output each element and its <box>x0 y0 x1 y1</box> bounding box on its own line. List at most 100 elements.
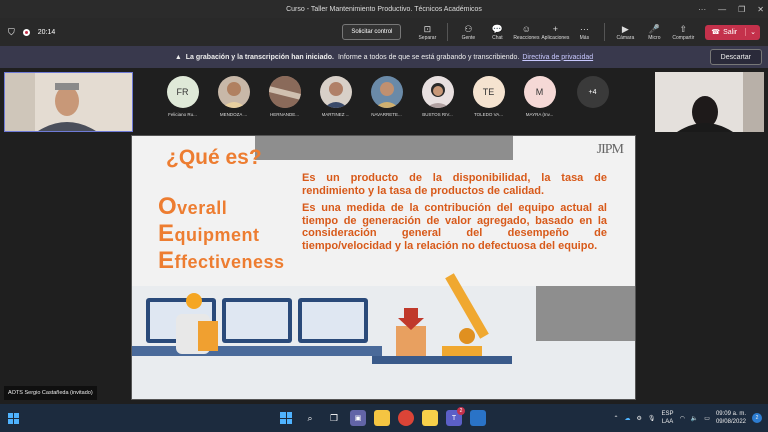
outlook-icon[interactable] <box>470 410 486 426</box>
participant[interactable]: MARTINEZ ... <box>313 76 358 126</box>
slide-definition-text: Es un producto de la disponibilidad, la … <box>302 172 607 257</box>
avatar: TE <box>472 76 505 108</box>
participant[interactable]: NAVARRETE... <box>364 76 409 126</box>
task-view-icon[interactable]: ❐ <box>326 410 342 426</box>
participant[interactable]: M MAYRA (Inv... <box>517 76 562 126</box>
system-tray: ⌃ ☁ ⚙ 🎙 ESP LAA ◠ 🔈 ▭ 09:09 a. m. 09/08/20… <box>614 404 762 432</box>
chat-icon: 💬 <box>491 23 503 34</box>
share-icon: ⇧ <box>679 23 688 34</box>
clock[interactable]: 09:09 a. m. 09/08/2022 <box>716 410 746 426</box>
teams-badge: 2 <box>457 407 465 415</box>
participant-name: TOLEDO VA... <box>473 112 504 117</box>
windows-taskbar: ⌕ ❐ ▣ T2 ⌃ ☁ ⚙ 🎙 ESP LAA ◠ 🔈 ▭ 09:09 a. m… <box>0 404 768 432</box>
notification-badge[interactable]: 2 <box>752 413 762 423</box>
video-overlay-right <box>536 286 635 341</box>
phone-icon: ☎ <box>711 29 721 36</box>
settings-icon[interactable]: ⚙ <box>637 415 642 422</box>
banner-bold-text: La grabación y la transcripción han inic… <box>185 53 334 61</box>
participant[interactable]: TE TOLEDO VA... <box>466 76 511 126</box>
banner-text: Informe a todos de que se está grabando … <box>337 53 520 61</box>
avatar <box>421 76 454 108</box>
reactions-button[interactable]: ☺ Reacciones <box>513 19 539 45</box>
teams-icon[interactable]: T2 <box>446 407 465 426</box>
more-participants-count: +4 <box>576 76 609 108</box>
avatar: M <box>523 76 556 108</box>
widgets-icon[interactable] <box>8 413 19 424</box>
mic-button[interactable]: 🎤 Micro <box>641 19 667 45</box>
more-button[interactable]: ··· Más <box>571 19 597 45</box>
people-icon: ⚇ <box>464 23 473 34</box>
recording-banner: ▲ La grabación y la transcripción han in… <box>0 46 768 68</box>
jipm-logo: JIPM <box>596 142 624 157</box>
more-participants[interactable]: +4 <box>568 76 613 126</box>
leave-button[interactable]: ☎ Salir ⌄ <box>705 24 760 40</box>
participant[interactable]: MENDOZA ... <box>211 76 256 126</box>
more-options-icon[interactable]: ··· <box>698 5 706 14</box>
chevron-up-icon[interactable]: ⌃ <box>614 415 619 422</box>
dismiss-button[interactable]: Descartar <box>709 49 762 65</box>
participant-name: MENDOZA ... <box>219 112 248 117</box>
search-icon[interactable]: ⌕ <box>302 410 318 426</box>
slide-title: ¿Qué es? <box>166 146 262 169</box>
toolbar-left: ⛉ 20:14 <box>8 18 55 46</box>
volume-icon[interactable]: 🔈 <box>691 415 698 422</box>
minimize-button[interactable]: — <box>718 5 726 14</box>
toolbar-divider <box>604 23 606 41</box>
close-button[interactable]: ✕ <box>757 5 764 14</box>
participant-roster: FR Feliciano Ru... MENDOZA ... HERNANDE..… <box>160 76 620 126</box>
popout-button[interactable]: ⊡ Separar <box>414 19 440 45</box>
mic-muted-icon[interactable]: 🎙 <box>648 415 656 422</box>
definition-paragraph-2: Es una medida de la contribución del equ… <box>302 202 607 252</box>
window-title: Curso - Taller Mantenimiento Productivo.… <box>286 5 482 13</box>
chrome-icon[interactable] <box>398 410 414 426</box>
participant[interactable]: HERNANDE... <box>262 76 307 126</box>
presenter-video[interactable] <box>4 72 133 132</box>
avatar <box>217 76 250 108</box>
participant-name: NAVARRETE... <box>371 112 402 117</box>
toolbar-right: Solicitar control ⊡ Separar ⚇ Gente 💬 Chat … <box>342 18 760 46</box>
participant[interactable]: FR Feliciano Ru... <box>160 76 205 126</box>
participant-name: MAYRA (Inv... <box>525 112 554 117</box>
presenter-avatar-image <box>5 73 132 131</box>
share-button[interactable]: ⇧ Compartir <box>670 19 696 45</box>
restore-button[interactable]: ❐ <box>738 5 745 14</box>
participant-name: MARTINEZ ... <box>321 112 350 117</box>
chevron-down-icon[interactable]: ⌄ <box>745 28 760 36</box>
participant-video-image <box>655 72 764 132</box>
apps-button[interactable]: + Aplicaciones <box>541 19 569 45</box>
taskbar-apps: ⌕ ❐ ▣ T2 <box>278 404 486 432</box>
avatar: FR <box>166 76 199 108</box>
chat-button[interactable]: 💬 Chat <box>484 19 510 45</box>
file-explorer-icon[interactable] <box>374 410 390 426</box>
oee-acronym: Overall Equipment Effectiveness <box>158 193 285 274</box>
meeting-toolbar: ⛉ 20:14 Solicitar control ⊡ Separar ⚇ Gent… <box>0 18 768 46</box>
battery-icon[interactable]: ▭ <box>704 415 710 422</box>
participant-name: HERNANDE... <box>269 112 299 117</box>
meeting-timer: 20:14 <box>37 28 56 36</box>
popout-icon: ⊡ <box>423 23 432 34</box>
definition-paragraph-1: Es un producto de la disponibilidad, la … <box>302 172 607 197</box>
request-control-button[interactable]: Solicitar control <box>342 24 402 40</box>
shield-icon[interactable]: ⛉ <box>8 27 15 38</box>
participant-name: Feliciano Ru... <box>168 112 197 117</box>
leave-main[interactable]: ☎ Salir <box>705 28 745 37</box>
sticky-notes-icon[interactable] <box>422 410 438 426</box>
add-icon: + <box>552 23 558 34</box>
reactions-icon: ☺ <box>521 23 531 34</box>
people-button[interactable]: ⚇ Gente <box>455 19 481 45</box>
avatar <box>319 76 352 108</box>
wifi-icon[interactable]: ◠ <box>680 415 685 422</box>
privacy-policy-link[interactable]: Directiva de privacidad <box>522 54 593 61</box>
toolbar-divider <box>447 23 449 41</box>
participant[interactable]: BUSTOS RIV... <box>415 76 460 126</box>
camera-button[interactable]: ▶ Cámara <box>612 19 638 45</box>
warning-icon: ▲ <box>174 53 182 61</box>
presenter-name-tag: AOTS Sergio Castañeda (invitado) <box>4 386 97 400</box>
participant-name: BUSTOS RIV... <box>422 112 453 117</box>
chat-app-icon[interactable]: ▣ <box>350 410 366 426</box>
shared-slide: JIPM ¿Qué es? Overall Equipment Effectiv… <box>131 135 636 400</box>
start-icon[interactable] <box>278 410 294 426</box>
cloud-icon[interactable]: ☁ <box>625 415 631 422</box>
participant-video[interactable] <box>655 72 764 132</box>
language-indicator[interactable]: ESP LAA <box>662 410 674 426</box>
